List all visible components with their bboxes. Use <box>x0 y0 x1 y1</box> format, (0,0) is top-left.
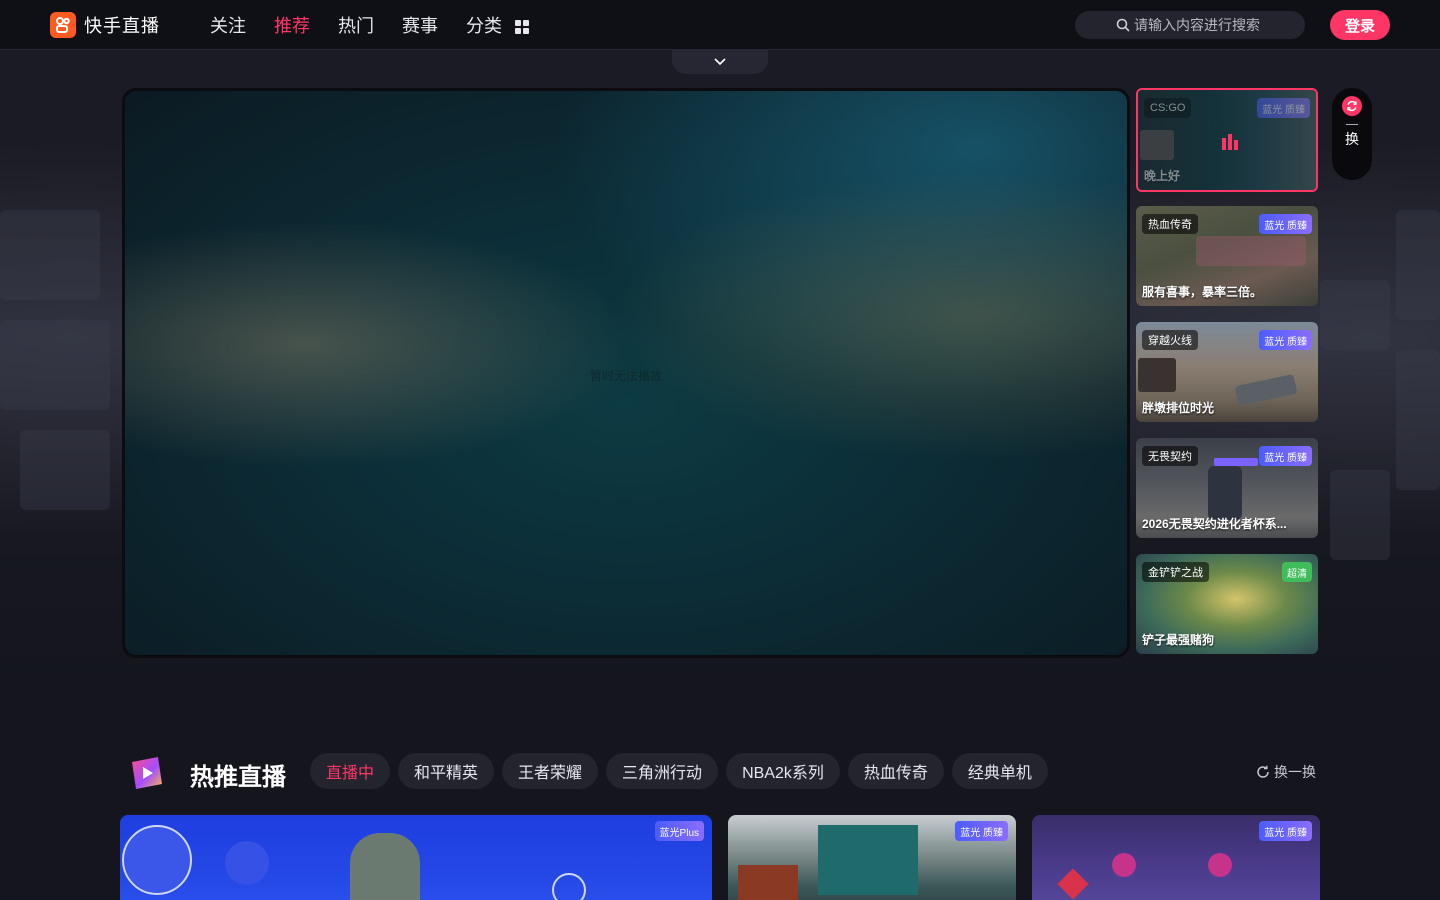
stream-thumbnail <box>120 815 712 900</box>
tab-honor-of-kings[interactable]: 王者荣耀 <box>502 753 599 789</box>
category-tabs: 直播中 和平精英 王者荣耀 三角洲行动 NBA2k系列 热血传奇 经典单机 <box>310 753 1048 789</box>
side-stream-card[interactable]: 无畏契约 蓝光 质臻 2026无畏契约进化者杯系... <box>1136 438 1318 538</box>
bg-tile <box>0 320 110 410</box>
nav-recommend[interactable]: 推荐 <box>274 12 310 38</box>
bg-tile <box>20 430 110 510</box>
stream-title: 服有喜事，暴率三倍。 <box>1142 285 1263 299</box>
search-icon <box>1116 18 1130 32</box>
stream-title: 胖墩排位时光 <box>1142 401 1215 415</box>
nav-events[interactable]: 赛事 <box>402 12 438 38</box>
stream-quality-badge: 蓝光 质臻 <box>955 821 1008 841</box>
tab-nba2k[interactable]: NBA2k系列 <box>726 753 840 789</box>
stream-quality-badge: 蓝光 质臻 <box>1259 446 1312 466</box>
stream-title: 晚上好 <box>1144 169 1181 183</box>
stream-quality-badge: 蓝光 质臻 <box>1257 98 1310 118</box>
nav-category-label: 分类 <box>466 16 502 36</box>
player-unavailable-message: 暂时无法播放 <box>589 369 662 383</box>
main-nav: 关注 推荐 热门 赛事 分类 <box>210 0 530 50</box>
chevron-down-icon <box>714 58 726 66</box>
nav-hot[interactable]: 热门 <box>338 12 374 38</box>
stream-quality-badge: 蓝光 质臻 <box>1259 821 1312 841</box>
site-logo[interactable]: 快手直播 <box>50 12 160 38</box>
swap-label: 换 <box>1345 131 1359 147</box>
top-header: 快手直播 关注 推荐 热门 赛事 分类 登录 <box>0 0 1440 50</box>
refresh-icon <box>1342 96 1362 116</box>
refresh-label: 换一换 <box>1274 764 1316 780</box>
tab-classic-single[interactable]: 经典单机 <box>951 753 1048 789</box>
stream-card[interactable]: 蓝光Plus <box>120 815 712 900</box>
login-button[interactable]: 登录 <box>1330 10 1390 40</box>
tab-delta-force[interactable]: 三角洲行动 <box>606 753 719 789</box>
refresh-button[interactable]: 换一换 <box>1256 762 1316 782</box>
tab-peace-elite[interactable]: 和平精英 <box>398 753 495 789</box>
stream-category-badge: 热血传奇 <box>1142 214 1198 234</box>
kuaishou-logo-icon <box>50 12 76 38</box>
stream-quality-badge: 蓝光 质臻 <box>1259 330 1312 350</box>
side-stream-card[interactable]: 热血传奇 蓝光 质臻 服有喜事，暴率三倍。 <box>1136 206 1318 306</box>
stream-category-badge: 金铲铲之战 <box>1142 562 1209 582</box>
bg-tile <box>1396 350 1440 490</box>
search-box[interactable] <box>1075 11 1305 39</box>
search-input[interactable] <box>1134 17 1264 33</box>
bg-tile <box>1396 210 1440 320</box>
bg-tile <box>1320 280 1390 350</box>
nav-follow[interactable]: 关注 <box>210 12 246 38</box>
stream-title: 铲子最强赌狗 <box>1142 633 1215 647</box>
refresh-icon <box>1257 765 1269 778</box>
swap-stream-button[interactable]: 换 <box>1332 88 1372 180</box>
tab-live-now[interactable]: 直播中 <box>310 753 391 789</box>
stream-quality-badge: 蓝光 质臻 <box>1259 214 1312 234</box>
side-stream-card[interactable]: CS:GO 蓝光 质臻 晚上好 <box>1136 88 1318 192</box>
stream-category-badge: 穿越火线 <box>1142 330 1198 350</box>
stream-category-badge: CS:GO <box>1144 98 1192 118</box>
collapse-banner-toggle[interactable] <box>672 50 768 74</box>
bg-tile <box>0 210 100 300</box>
tab-legend[interactable]: 热血传奇 <box>847 753 944 789</box>
grid-icon <box>515 20 530 35</box>
stream-card[interactable]: 蓝光 质臻 <box>728 815 1016 900</box>
swap-divider <box>1346 124 1358 125</box>
side-stream-card[interactable]: 穿越火线 蓝光 质臻 胖墩排位时光 <box>1136 322 1318 422</box>
stream-category-badge: 无畏契约 <box>1142 446 1198 466</box>
side-stream-card[interactable]: 金铲铲之战 超清 铲子最强赌狗 <box>1136 554 1318 654</box>
bg-tile <box>1330 470 1390 560</box>
stream-title: 2026无畏契约进化者杯系... <box>1142 517 1287 531</box>
nav-category[interactable]: 分类 <box>466 12 530 38</box>
stream-card[interactable]: 蓝光 质臻 <box>1032 815 1320 900</box>
section-title: 热推直播 <box>190 764 286 791</box>
live-video-player[interactable]: 暂时无法播放 <box>122 88 1130 658</box>
hot-live-logo-icon <box>128 754 166 792</box>
stream-quality-badge: 蓝光Plus <box>654 821 704 841</box>
stream-quality-badge: 超清 <box>1282 562 1312 582</box>
logo-text: 快手直播 <box>84 16 160 36</box>
